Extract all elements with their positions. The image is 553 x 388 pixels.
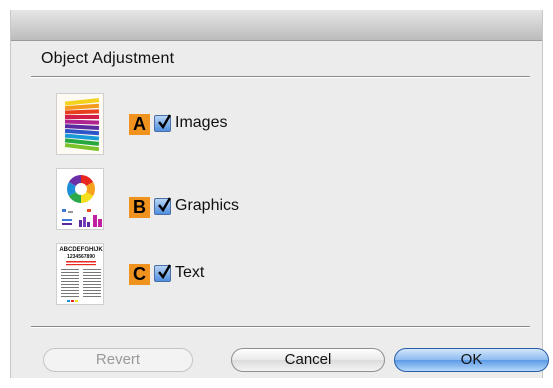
bottom-divider bbox=[31, 326, 530, 328]
color-wheel-chart-icon bbox=[56, 168, 104, 230]
text-document-icon: ABCDEFGHIJK 1234567890 bbox=[56, 243, 104, 305]
option-letter-badge: A bbox=[129, 114, 150, 135]
text-label[interactable]: Text bbox=[175, 264, 204, 282]
option-row-text: ABCDEFGHIJK 1234567890 C Text bbox=[56, 243, 356, 305]
option-row-images: A Images bbox=[56, 93, 356, 155]
section-title: Object Adjustment bbox=[41, 50, 175, 67]
object-adjustment-dialog: Object Adjustment A Images B Graphics AB… bbox=[10, 10, 549, 378]
graphics-checkbox[interactable] bbox=[154, 197, 172, 215]
graphics-label[interactable]: Graphics bbox=[175, 197, 239, 215]
images-label[interactable]: Images bbox=[175, 114, 227, 132]
top-divider bbox=[31, 76, 530, 78]
option-letter-badge: C bbox=[129, 264, 150, 285]
option-letter-badge: B bbox=[129, 197, 150, 218]
ok-button[interactable]: OK bbox=[394, 348, 549, 372]
dialog-titlebar bbox=[11, 10, 542, 41]
images-checkbox[interactable] bbox=[154, 114, 172, 132]
revert-button[interactable]: Revert bbox=[43, 348, 193, 372]
cancel-button[interactable]: Cancel bbox=[231, 348, 385, 372]
color-pencils-image-icon bbox=[56, 93, 104, 155]
option-row-graphics: B Graphics bbox=[56, 168, 356, 236]
text-checkbox[interactable] bbox=[154, 264, 172, 282]
